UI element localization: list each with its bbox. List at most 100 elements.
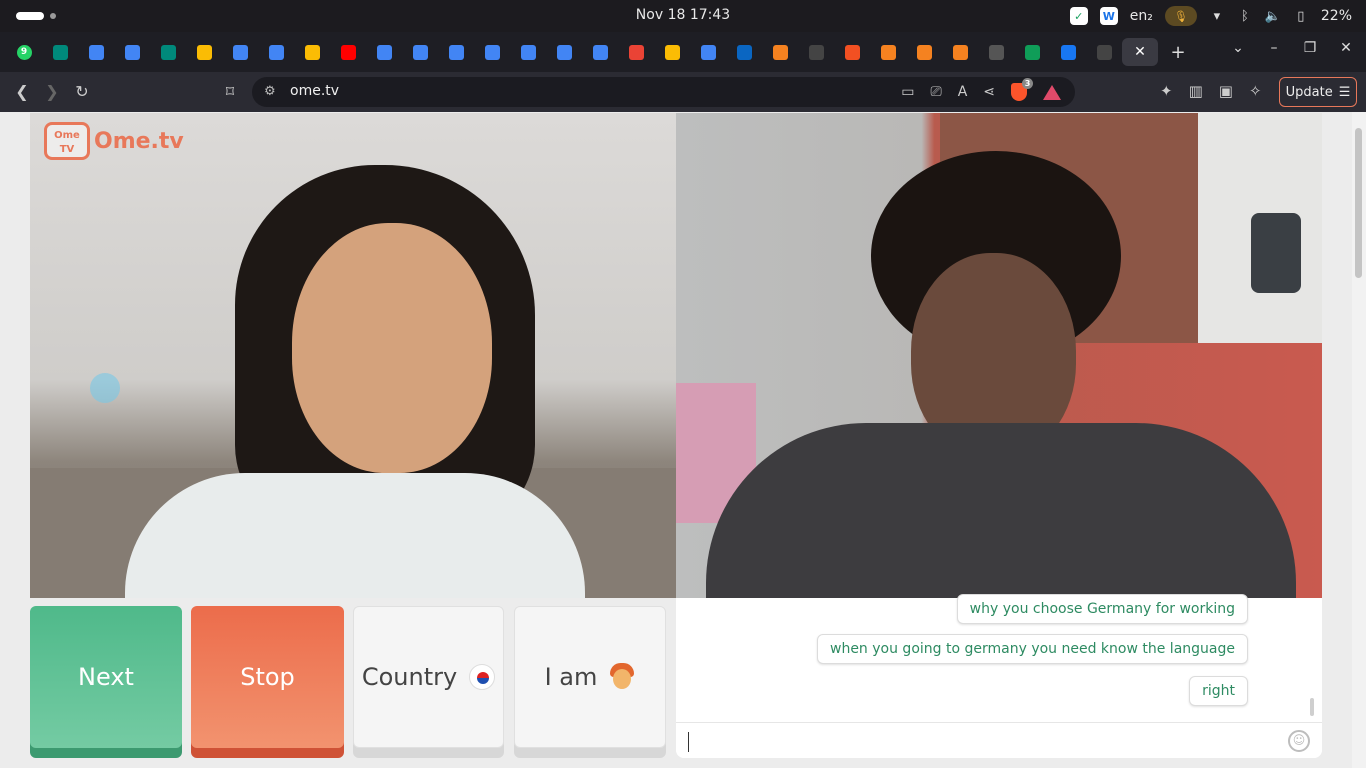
emoji-icon[interactable]: ☺: [1288, 730, 1310, 752]
camera-icon[interactable]: ▭: [901, 84, 914, 100]
browser-tab[interactable]: [114, 38, 150, 66]
brave-shields-icon[interactable]: 3: [1011, 78, 1033, 101]
window-controls: ⌄ – ❐ ✕: [1230, 40, 1354, 56]
tab-search-icon[interactable]: ⌄: [1230, 40, 1246, 56]
browser-tab[interactable]: [726, 38, 762, 66]
browser-tab[interactable]: [186, 38, 222, 66]
browser-tab[interactable]: 9: [6, 38, 42, 66]
volume-icon[interactable]: 🔈: [1265, 8, 1281, 24]
wifi-icon[interactable]: ▾: [1209, 8, 1225, 24]
toolbar-right-icons: ✦ ▥ ▣ ✧: [1160, 82, 1262, 100]
facebook-icon: [1060, 44, 1076, 60]
cube-icon: [952, 44, 968, 60]
remote-video: [676, 113, 1322, 598]
browser-tab[interactable]: [582, 38, 618, 66]
browser-tab[interactable]: [942, 38, 978, 66]
sheets-icon: [1024, 44, 1040, 60]
brave-rewards-icon[interactable]: [1043, 84, 1061, 100]
close-window-button[interactable]: ✕: [1338, 40, 1354, 56]
microphone-icon[interactable]: 🎙: [1164, 6, 1197, 26]
extensions-icon[interactable]: ✦: [1160, 82, 1173, 100]
ometv-logo[interactable]: Ome TV Ome.tv: [44, 122, 184, 160]
browser-tab[interactable]: [690, 38, 726, 66]
chat-scrollbar[interactable]: [1310, 698, 1314, 716]
docs-icon: [412, 44, 428, 60]
close-icon[interactable]: ✕: [1133, 44, 1148, 60]
keyboard-layout[interactable]: en₂: [1130, 8, 1153, 24]
browser-tab[interactable]: [330, 38, 366, 66]
tab-active[interactable]: ✕: [1122, 38, 1158, 66]
logo-tv-icon: Ome TV: [44, 122, 90, 160]
boy-avatar-icon: [609, 663, 635, 691]
browser-tab[interactable]: [798, 38, 834, 66]
bookmark-icon[interactable]: ⌑: [220, 82, 240, 101]
person-face: [292, 223, 492, 473]
browser-tab[interactable]: [546, 38, 582, 66]
i-am-button[interactable]: I am: [514, 606, 666, 748]
person-shirt: [125, 473, 585, 598]
docs-icon: [268, 44, 284, 60]
browser-tab[interactable]: [1050, 38, 1086, 66]
browser-tab[interactable]: [762, 38, 798, 66]
browser-tab[interactable]: [474, 38, 510, 66]
back-button[interactable]: ❮: [12, 82, 32, 101]
linkedin-icon: [736, 44, 752, 60]
notion-icon: [1096, 44, 1112, 60]
sidebar-icon[interactable]: ▥: [1189, 82, 1203, 100]
browser-tab[interactable]: [78, 38, 114, 66]
iam-label: I am: [544, 663, 598, 691]
page-scrollbar[interactable]: [1352, 112, 1366, 768]
browser-tab[interactable]: [366, 38, 402, 66]
scrollbar-thumb[interactable]: [1355, 128, 1362, 278]
browser-tab[interactable]: [42, 38, 78, 66]
browser-tab[interactable]: [150, 38, 186, 66]
chat-message: why you choose Germany for working: [956, 594, 1248, 624]
docs-icon: [232, 44, 248, 60]
leo-ai-icon[interactable]: ✧: [1249, 82, 1262, 100]
chat-input[interactable]: ☺: [676, 722, 1322, 758]
browser-tab[interactable]: [510, 38, 546, 66]
person-shirt: [706, 423, 1296, 598]
url-text[interactable]: ome.tv: [290, 83, 339, 99]
browser-tab[interactable]: [1014, 38, 1050, 66]
browser-tab[interactable]: [978, 38, 1014, 66]
browser-tab[interactable]: [1086, 38, 1122, 66]
new-tab-button[interactable]: +: [1168, 42, 1188, 63]
whatsapp-icon: 9: [16, 44, 32, 60]
docs-icon: [700, 44, 716, 60]
browser-tab[interactable]: [654, 38, 690, 66]
bluetooth-icon[interactable]: ᛒ: [1237, 8, 1253, 24]
minimize-button[interactable]: –: [1266, 40, 1282, 56]
country-button[interactable]: Country: [353, 606, 504, 748]
reload-button[interactable]: ↻: [72, 82, 92, 101]
forward-button[interactable]: ❯: [42, 82, 62, 101]
w-tray-icon[interactable]: W: [1099, 7, 1118, 25]
update-button[interactable]: Update ☰: [1279, 77, 1357, 107]
site-info-icon[interactable]: ⚙: [264, 84, 276, 99]
browser-tab[interactable]: [294, 38, 330, 66]
battery-icon[interactable]: ▯: [1293, 8, 1309, 24]
browser-tab[interactable]: [222, 38, 258, 66]
browser-tab[interactable]: [618, 38, 654, 66]
korea-flag-icon: [469, 664, 496, 690]
browser-tab[interactable]: [870, 38, 906, 66]
browser-tab[interactable]: [258, 38, 294, 66]
maximize-button[interactable]: ❐: [1302, 40, 1318, 56]
wallet-icon[interactable]: ▣: [1219, 82, 1233, 100]
app-tray-icon[interactable]: ✓: [1069, 7, 1088, 25]
drive-icon: [196, 44, 212, 60]
avatar-face: [613, 669, 632, 689]
drive-icon: [664, 44, 680, 60]
menu-icon: ☰: [1338, 84, 1351, 100]
browser-tab[interactable]: [438, 38, 474, 66]
translate-icon[interactable]: A: [958, 84, 968, 100]
browser-tab[interactable]: [906, 38, 942, 66]
cast-icon[interactable]: ⎚: [930, 84, 941, 100]
browser-tab[interactable]: [834, 38, 870, 66]
address-bar[interactable]: ⚙ ome.tv ▭ ⎚ A ⋖ 3: [252, 77, 1075, 107]
next-button[interactable]: Next: [30, 606, 182, 748]
share-icon[interactable]: ⋖: [983, 84, 995, 100]
country-label: Country: [361, 663, 458, 691]
browser-tab[interactable]: [402, 38, 438, 66]
stop-button[interactable]: Stop: [191, 606, 344, 748]
